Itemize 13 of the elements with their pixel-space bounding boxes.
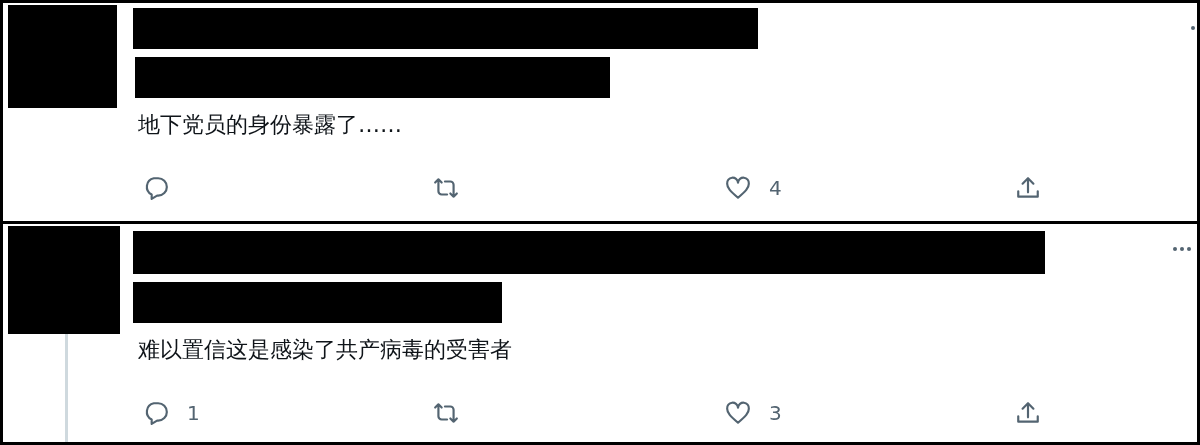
- share-icon[interactable]: [1015, 175, 1041, 201]
- retweet-icon[interactable]: [433, 400, 459, 426]
- reply-icon[interactable]: [143, 400, 169, 426]
- count: 4: [769, 176, 782, 200]
- tweet-text: 地下党员的身份暴露了……: [138, 111, 402, 139]
- reply-icon[interactable]: [143, 175, 169, 201]
- count: 3: [769, 401, 782, 425]
- retweet-icon[interactable]: [433, 175, 459, 201]
- heart-icon[interactable]: [725, 400, 751, 426]
- count: 1: [187, 401, 200, 425]
- heart-icon[interactable]: [725, 175, 751, 201]
- share-icon[interactable]: [1015, 400, 1041, 426]
- tweet-text: 难以置信这是感染了共产病毒的受害者: [138, 336, 512, 364]
